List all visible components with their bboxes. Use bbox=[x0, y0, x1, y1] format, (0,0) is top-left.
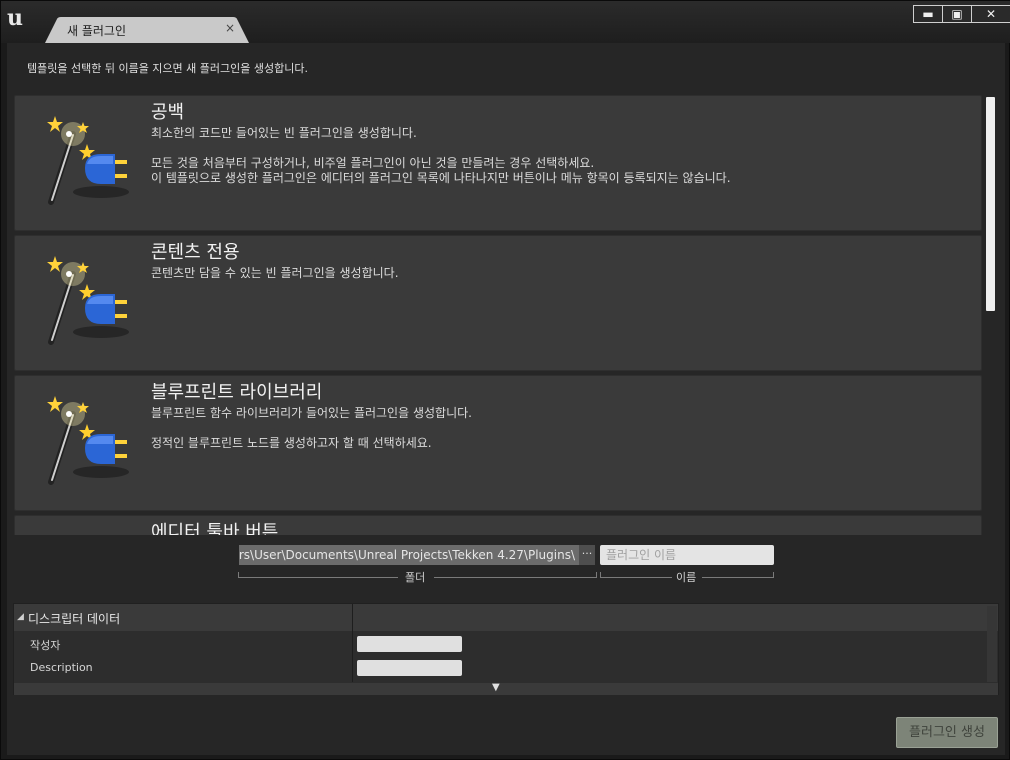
template-card-blank[interactable]: 공백 최소한의 코드만 들어있는 빈 플러그인을 생성합니다. 모든 것을 처음… bbox=[14, 95, 982, 231]
tab-close-icon[interactable]: × bbox=[223, 21, 237, 35]
property-label: 작성자 bbox=[30, 639, 61, 652]
template-card-editor-toolbar-button[interactable]: 에디터 툴바 버튼 bbox=[14, 515, 982, 535]
descriptor-section-label: 디스크립터 데이터 bbox=[28, 612, 121, 626]
template-description: 최소한의 코드만 들어있는 빈 플러그인을 생성합니다. 모든 것을 처음부터 … bbox=[151, 126, 731, 185]
collapse-arrow-icon: ◢ bbox=[17, 612, 24, 622]
author-input[interactable] bbox=[357, 636, 462, 652]
minimize-button[interactable]: ▬ bbox=[913, 5, 943, 23]
magic-wand-plug-icon bbox=[47, 256, 129, 345]
tab-new-plugin[interactable]: 새 플러그인 × bbox=[45, 17, 249, 43]
template-list-scrollbar[interactable] bbox=[986, 95, 996, 535]
expand-arrow-icon: ▼ bbox=[492, 682, 500, 693]
descriptor-scrollbar[interactable] bbox=[987, 606, 997, 682]
close-button[interactable]: ✕ bbox=[971, 5, 1010, 23]
template-description: 블루프린트 함수 라이브러리가 들어있는 플러그인을 생성합니다. 정적인 블루… bbox=[151, 406, 472, 450]
plugin-name-input[interactable]: 플러그인 이름 bbox=[600, 545, 774, 565]
magic-wand-plug-icon bbox=[47, 116, 129, 205]
folder-hint-line-right bbox=[434, 577, 596, 578]
template-description: 콘텐츠만 담을 수 있는 빈 플러그인을 생성합니다. bbox=[151, 266, 399, 280]
template-list: 공백 최소한의 코드만 들어있는 빈 플러그인을 생성합니다. 모든 것을 처음… bbox=[14, 95, 982, 535]
template-title: 콘텐츠 전용 bbox=[151, 242, 240, 263]
property-row-description: Description bbox=[14, 657, 998, 681]
folder-hint-label: 폴더 bbox=[405, 571, 426, 584]
scrollbar-thumb[interactable] bbox=[986, 97, 995, 311]
folder-hint-bracket-right bbox=[596, 572, 597, 578]
tab-label: 새 플러그인 bbox=[67, 24, 127, 38]
magic-wand-plug-icon bbox=[47, 396, 129, 485]
template-card-content-only[interactable]: 콘텐츠 전용 콘텐츠만 담을 수 있는 빈 플러그인을 생성합니다. bbox=[14, 235, 982, 371]
name-hint-label: 이름 bbox=[676, 571, 697, 584]
magic-wand-plug-icon bbox=[43, 534, 135, 535]
property-row-author: 작성자 bbox=[14, 633, 998, 657]
create-plugin-button[interactable]: 플러그인 생성 bbox=[896, 717, 998, 748]
template-title: 에디터 툴바 버튼 bbox=[151, 522, 279, 535]
template-title: 블루프린트 라이브러리 bbox=[151, 382, 323, 403]
maximize-button[interactable]: ▣ bbox=[942, 5, 972, 23]
new-plugin-window: u 새 플러그인 × ▬ ▣ ✕ 템플릿을 선택한 뒤 이름을 지으면 새 플러… bbox=[0, 0, 1010, 760]
name-hint-line-left bbox=[600, 577, 672, 578]
instruction-text: 템플릿을 선택한 뒤 이름을 지으면 새 플러그인을 생성합니다. bbox=[27, 62, 308, 75]
name-hint-bracket-right bbox=[773, 572, 774, 578]
browse-folder-button[interactable]: ··· bbox=[579, 545, 595, 565]
description-input[interactable] bbox=[357, 660, 462, 676]
title-bar[interactable]: u 새 플러그인 × ▬ ▣ ✕ bbox=[1, 1, 1010, 43]
descriptor-data-panel: ◢ 디스크립터 데이터 작성자 Description ▼ bbox=[13, 603, 999, 695]
template-card-blueprint-library[interactable]: 블루프린트 라이브러리 블루프린트 함수 라이브러리가 들어있는 플러그인을 생… bbox=[14, 375, 982, 511]
plugin-folder-path-value: sers\User\Documents\Unreal Projects\Tekk… bbox=[239, 548, 575, 562]
descriptor-section-header[interactable]: ◢ 디스크립터 데이터 bbox=[14, 604, 998, 631]
template-title: 공백 bbox=[151, 102, 185, 123]
folder-hint-line-left bbox=[238, 577, 398, 578]
property-label: Description bbox=[30, 661, 93, 674]
window-controls: ▬ ▣ ✕ bbox=[913, 5, 1010, 23]
descriptor-expand-bar[interactable]: ▼ bbox=[14, 682, 998, 695]
plugin-folder-path-input[interactable]: sers\User\Documents\Unreal Projects\Tekk… bbox=[239, 545, 579, 565]
name-hint-line-right bbox=[702, 577, 773, 578]
unreal-logo-icon: u bbox=[7, 5, 23, 31]
